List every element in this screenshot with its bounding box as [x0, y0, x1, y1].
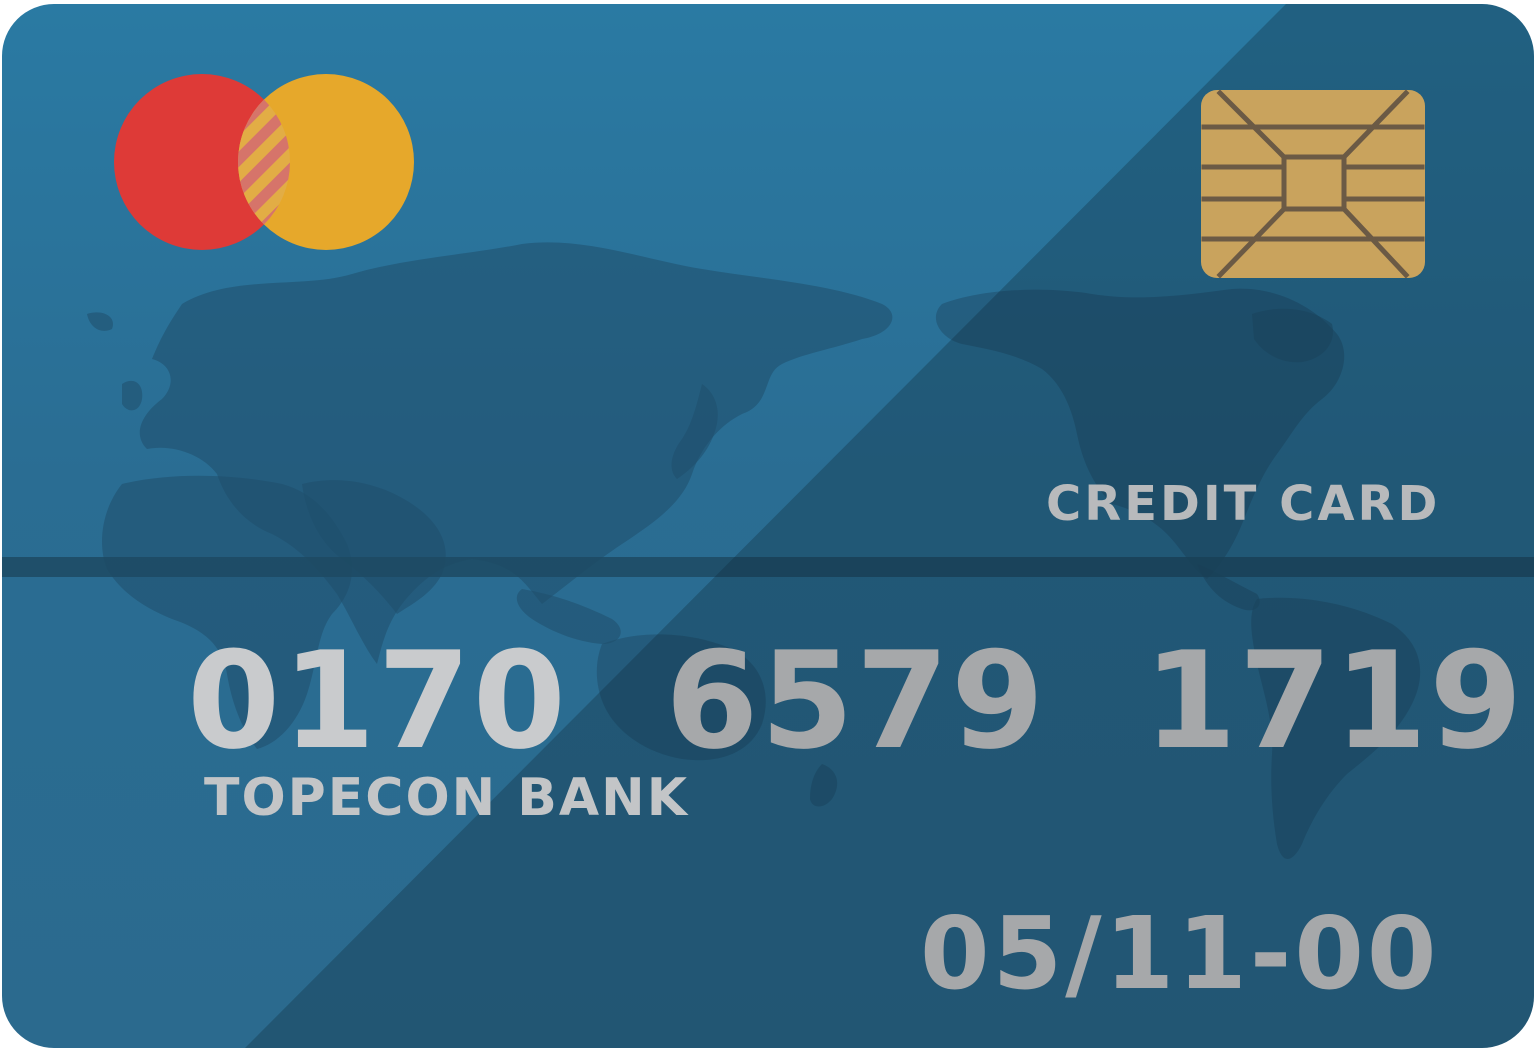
card-number: 0170 6579 1719 [187, 634, 1524, 768]
bank-name: TOPECON BANK [204, 768, 689, 828]
card-number-group-1: 0170 [187, 623, 568, 779]
card-number-group-3: 1719 [1143, 623, 1525, 779]
overlapping-circles-logo-icon [114, 74, 414, 250]
emv-chip-icon [1201, 89, 1425, 279]
credit-card: CREDIT CARD 0170 6579 1719 TOPECON BANK … [2, 4, 1534, 1048]
expiry-date: 05/11-00 [920, 895, 1440, 1012]
card-type-label: CREDIT CARD [1046, 476, 1441, 532]
card-number-group-2: 6579 [665, 623, 1047, 779]
